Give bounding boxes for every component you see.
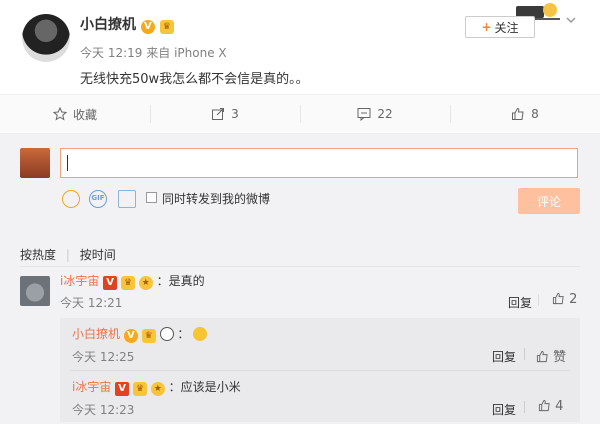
reply-text: 应该是小米 [180, 380, 241, 394]
reply-colon: ： [168, 380, 181, 394]
member-crown-icon: ♛ [141, 329, 156, 343]
reply-author-name[interactable]: 小白撩机 [72, 327, 120, 341]
sort-bar: 按热度 | 按时间 [20, 246, 116, 263]
sort-by-time[interactable]: 按时间 [80, 248, 116, 262]
follow-button[interactable]: + 关注 [465, 16, 535, 38]
reply-like-separator [524, 401, 525, 413]
reply-like-button[interactable]: 赞 [536, 346, 566, 365]
post-author-name[interactable]: 小白撩机 [80, 17, 136, 33]
chevron-down-icon[interactable] [565, 14, 581, 30]
post-source-prefix: 来自 [146, 46, 171, 60]
reply-button[interactable]: 回复 [492, 401, 516, 418]
comment-input[interactable] [60, 148, 578, 178]
repost-checkbox[interactable] [146, 192, 157, 203]
text-caret [67, 155, 68, 171]
image-upload-icon[interactable] [118, 190, 136, 208]
verified-v-icon: V [115, 382, 130, 396]
repost-checkbox-label[interactable]: 同时转发到我的微博 [162, 190, 270, 207]
reply-line: i冰宇宙 V ♛ ★ ：应该是小米 [72, 378, 241, 396]
plus-icon: + [481, 20, 492, 34]
my-avatar [20, 148, 50, 178]
reply-time: 今天 12:25 [72, 350, 135, 364]
verified-v-icon: V [103, 276, 118, 290]
star-icon [52, 107, 67, 121]
comment-text: 是真的 [168, 274, 205, 288]
sort-by-hot[interactable]: 按热度 [20, 248, 56, 262]
follow-label: 关注 [494, 20, 519, 35]
thumbs-up-icon [538, 399, 550, 412]
reply-like-separator [538, 294, 539, 306]
post-source[interactable]: iPhone X [174, 46, 227, 60]
reply-author-name[interactable]: i冰宇宙 [72, 380, 111, 394]
commenter-avatar[interactable] [20, 276, 50, 306]
reply-time: 今天 12:23 [72, 403, 135, 417]
comment-count: 22 [377, 107, 393, 121]
favorite-label: 收藏 [72, 107, 97, 122]
reply-button[interactable]: 回复 [508, 294, 532, 311]
comment-button[interactable]: 22 [300, 95, 450, 140]
post-meta: 今天 12:19 来自 iPhone X [80, 44, 227, 61]
panda-badge-icon [159, 327, 174, 341]
post-action-bar: 收藏 3 22 8 [0, 94, 600, 140]
reply-like-button[interactable]: 4 [538, 399, 563, 414]
fan-badge-icon: ★ [138, 276, 153, 290]
reply-divider [70, 370, 570, 371]
thumbs-up-icon [536, 350, 548, 363]
thumbs-up-icon [552, 292, 564, 305]
comment-like-count: 2 [569, 292, 578, 307]
favorite-button[interactable]: 收藏 [0, 95, 150, 133]
laugh-emoji-icon [193, 327, 208, 341]
reply-colon: ： [177, 327, 190, 341]
thumbs-up-icon [512, 107, 524, 120]
comment-like-button[interactable]: 2 [552, 292, 577, 307]
comment-icon [357, 108, 371, 121]
post-time[interactable]: 今天 12:19 [80, 46, 142, 60]
post-author-line: 小白撩机 V ♛ [80, 14, 174, 34]
member-badge-icon: ♛ [133, 382, 147, 396]
submit-comment-button[interactable]: 评论 [518, 188, 580, 214]
comment-line: i冰宇宙 V ♛ ★ ：是真的 [60, 272, 205, 290]
member-crown-icon: ♛ [159, 20, 174, 34]
like-count: 8 [531, 107, 539, 121]
repost-button[interactable]: 3 [150, 95, 300, 133]
reply-line: 小白撩机 V ♛ ： [72, 325, 208, 343]
commenter-name[interactable]: i冰宇宙 [60, 274, 99, 288]
repost-count: 3 [231, 107, 239, 121]
sort-separator: | [65, 248, 70, 262]
reply-button[interactable]: 回复 [492, 348, 516, 365]
comment-time: 今天 12:21 [60, 296, 123, 310]
post-text: 无线快充50w我怎么都不会信是真的。。 [80, 72, 309, 87]
share-icon [212, 108, 225, 120]
like-button[interactable]: 8 [450, 95, 600, 133]
comment-colon: ： [156, 274, 169, 288]
author-avatar[interactable] [22, 14, 70, 62]
verified-v-icon: V [140, 20, 155, 34]
verified-v-icon: V [123, 329, 138, 343]
member-badge-icon: ♛ [121, 276, 135, 290]
reply-like-separator [524, 348, 525, 360]
fan-badge-icon: ★ [150, 382, 165, 396]
gif-icon[interactable]: GIF [89, 190, 107, 208]
reply-like-count: 4 [555, 399, 564, 414]
reply-like-label: 赞 [553, 350, 567, 365]
emoji-icon[interactable] [62, 190, 80, 208]
sort-divider [20, 266, 580, 267]
